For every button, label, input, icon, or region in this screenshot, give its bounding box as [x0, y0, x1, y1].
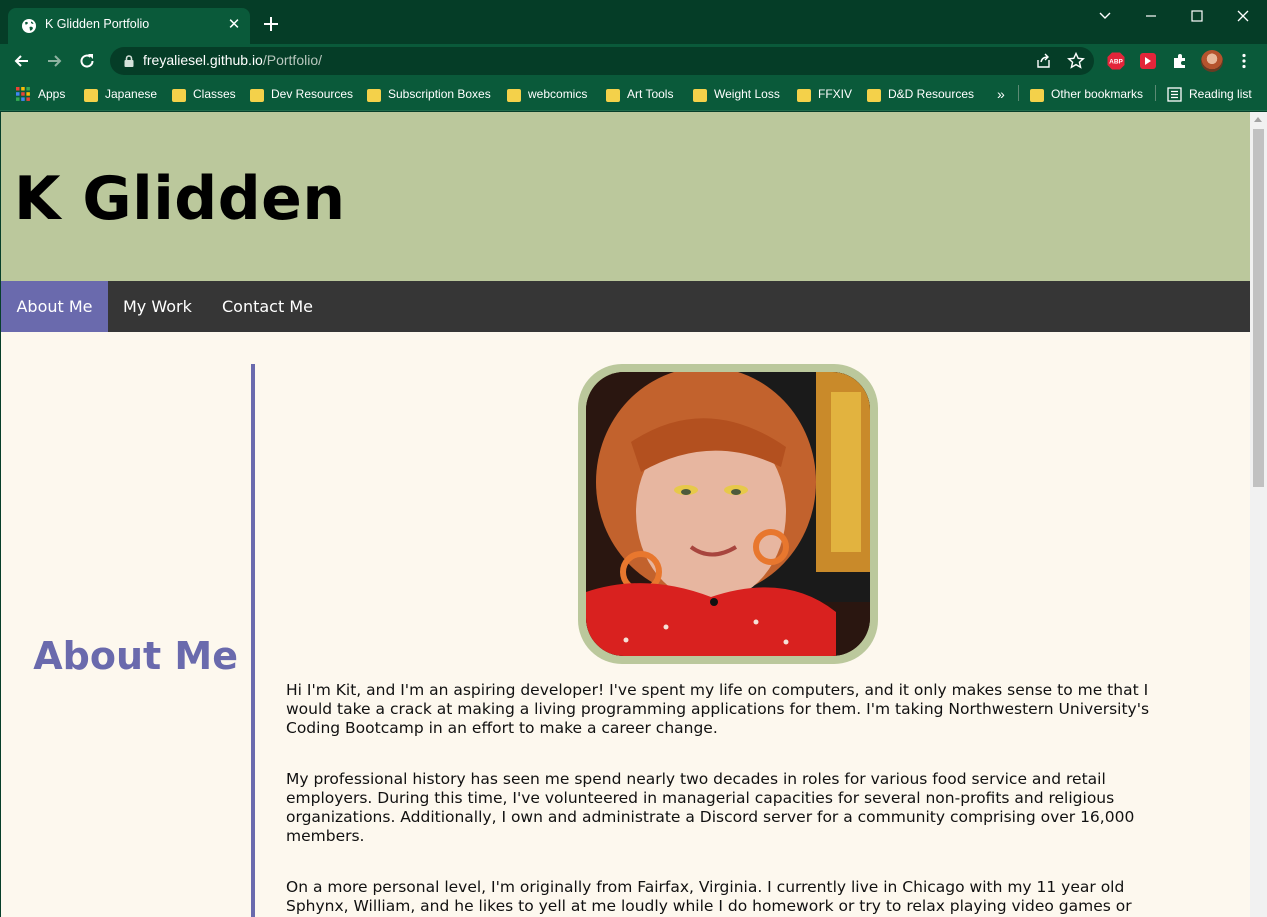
bookmark-label: Classes — [193, 87, 236, 101]
url-text[interactable]: freyaliesel.github.io/Portfolio/ — [143, 52, 322, 68]
bookmark-label: Dev Resources — [271, 87, 354, 101]
apps-grid-icon — [16, 87, 30, 101]
kebab-menu-icon[interactable] — [1234, 51, 1254, 71]
folder-icon — [172, 88, 186, 102]
page-viewport: K Glidden About Me My Work Contact Me Ab… — [1, 112, 1250, 917]
bookmarks-bar: Apps Japanese Classes Dev Resources Subs… — [0, 78, 1267, 111]
folder-icon — [84, 88, 98, 102]
bookmarks-divider — [1155, 85, 1156, 101]
lock-icon[interactable] — [122, 54, 136, 68]
back-arrow-icon[interactable] — [12, 51, 32, 71]
tab-search-icon[interactable] — [1087, 4, 1123, 28]
folder-icon — [1030, 88, 1044, 102]
tab-title: K Glidden Portfolio — [45, 17, 150, 31]
globe-icon — [22, 19, 36, 33]
bookmark-label: Subscription Boxes — [388, 87, 491, 101]
profile-photo-frame — [578, 364, 878, 664]
bookmark-folder-classes[interactable]: Classes — [172, 85, 236, 103]
bookmark-folder-subscription-boxes[interactable]: Subscription Boxes — [367, 85, 491, 103]
adblock-plus-icon[interactable]: ABP — [1106, 51, 1126, 71]
browser-tab[interactable]: K Glidden Portfolio ✕ — [8, 8, 250, 44]
reading-list-icon — [1167, 86, 1182, 102]
new-tab-icon[interactable] — [261, 14, 281, 34]
bookmarks-divider — [1018, 85, 1019, 101]
bookmark-folder-japanese[interactable]: Japanese — [84, 85, 157, 103]
browser-titlebar: K Glidden Portfolio ✕ — [0, 0, 1267, 44]
bookmark-label: FFXIV — [818, 87, 853, 101]
bookmarks-overflow-button[interactable]: » — [997, 85, 1005, 103]
bio-paragraph: Hi I'm Kit, and I'm an aspiring develope… — [286, 681, 1150, 737]
site-title: K Glidden — [14, 164, 346, 234]
folder-icon — [606, 88, 620, 102]
site-header: K Glidden — [1, 112, 1250, 281]
address-bar[interactable]: freyaliesel.github.io/Portfolio/ — [110, 47, 1094, 75]
browser-toolbar: freyaliesel.github.io/Portfolio/ ABP — [0, 44, 1267, 78]
bookmark-label: Art Tools — [627, 87, 674, 101]
folder-icon — [250, 88, 264, 102]
bookmark-label: Other bookmarks — [1051, 87, 1144, 101]
portrait-illustration — [586, 372, 870, 656]
folder-icon — [797, 88, 811, 102]
folder-icon — [367, 88, 381, 102]
scrollbar-thumb[interactable] — [1253, 129, 1264, 487]
reading-list-button[interactable]: Reading list — [1167, 85, 1252, 103]
maximize-icon[interactable] — [1179, 4, 1215, 28]
bookmark-star-icon[interactable] — [1066, 51, 1086, 71]
extensions-puzzle-icon[interactable] — [1170, 51, 1190, 71]
profile-avatar[interactable] — [1201, 50, 1223, 72]
nav-my-work[interactable]: My Work — [123, 281, 192, 332]
bookmark-folder-dnd-resources[interactable]: D&D Resources — [867, 85, 974, 103]
section-divider — [251, 364, 255, 917]
share-icon[interactable] — [1034, 51, 1054, 71]
media-extension-icon[interactable] — [1138, 51, 1158, 71]
bookmark-folder-ffxiv[interactable]: FFXIV — [797, 85, 852, 103]
scroll-up-arrow-icon[interactable] — [1254, 117, 1262, 122]
bookmark-label: Apps — [38, 87, 66, 101]
page-scrollbar[interactable] — [1250, 112, 1267, 917]
folder-icon — [867, 88, 881, 102]
folder-icon — [507, 88, 521, 102]
bookmark-apps[interactable]: Apps — [15, 85, 65, 103]
close-tab-icon[interactable]: ✕ — [226, 16, 242, 32]
bookmark-label: Japanese — [105, 87, 158, 101]
site-nav: About Me My Work Contact Me — [1, 281, 1250, 332]
adblock-plus-label: ABP — [1109, 59, 1123, 66]
bookmark-folder-webcomics[interactable]: webcomics — [507, 85, 587, 103]
folder-icon — [693, 88, 707, 102]
bio-paragraph: On a more personal level, I'm originally… — [286, 878, 1132, 915]
bookmark-folder-art-tools[interactable]: Art Tools — [606, 85, 673, 103]
bookmark-label: webcomics — [528, 87, 588, 101]
bookmark-label: Weight Loss — [714, 87, 780, 101]
reload-icon[interactable] — [77, 51, 97, 71]
section-heading: About Me — [33, 634, 238, 678]
bookmark-folder-dev-resources[interactable]: Dev Resources — [250, 85, 353, 103]
nav-contact-me[interactable]: Contact Me — [222, 281, 313, 332]
reading-list-label: Reading list — [1189, 87, 1252, 101]
profile-photo — [586, 372, 870, 656]
bio-paragraph: My professional history has seen me spen… — [286, 770, 1135, 845]
close-window-icon[interactable] — [1225, 4, 1261, 28]
bookmark-folder-weight-loss[interactable]: Weight Loss — [693, 85, 780, 103]
bookmark-folder-other[interactable]: Other bookmarks — [1030, 85, 1143, 103]
bookmark-label: D&D Resources — [888, 87, 975, 101]
nav-about-me[interactable]: About Me — [1, 281, 108, 332]
forward-arrow-icon[interactable] — [44, 51, 64, 71]
minimize-icon[interactable] — [1133, 4, 1169, 28]
